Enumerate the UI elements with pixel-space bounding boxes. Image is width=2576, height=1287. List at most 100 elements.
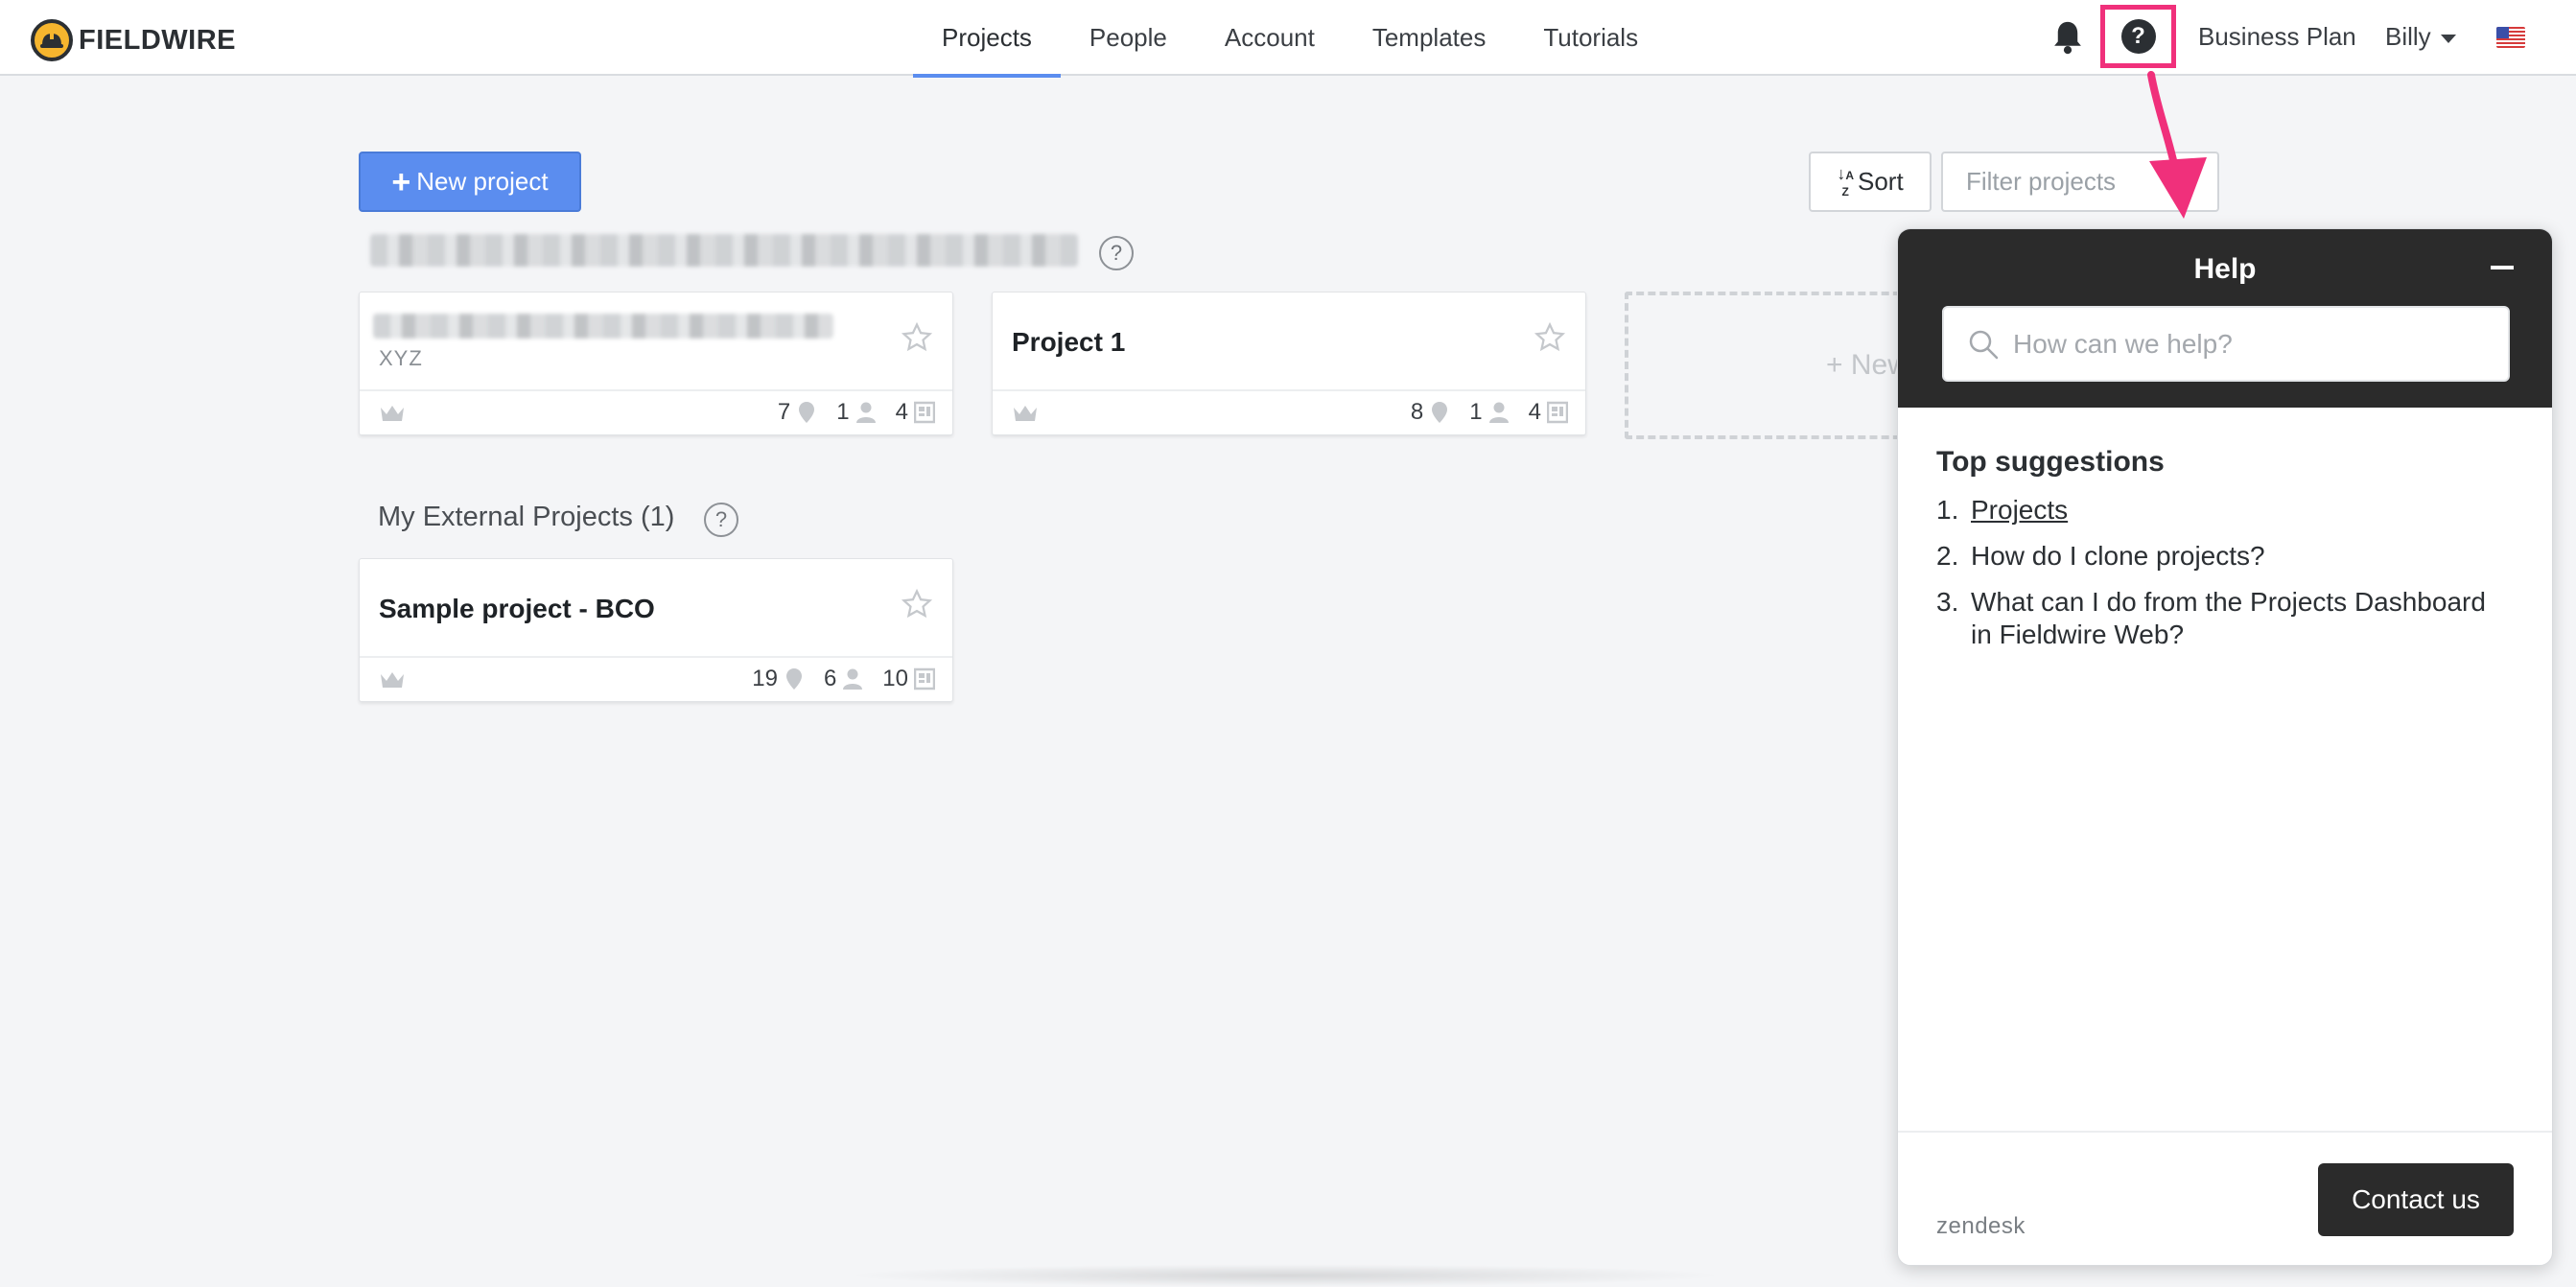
suggestion-number: 2. [1936,541,1959,571]
help-icon: ? [2120,19,2156,54]
people-count: 1 [1469,399,1483,425]
top-suggestions-title: Top suggestions [1936,446,2165,478]
sort-button[interactable]: ↓A Z Sort [1809,152,1932,212]
project-card[interactable]: Project 1 8 1 4 [992,292,1586,435]
project-stats: 19 6 10 [752,666,935,692]
suggestion-item[interactable]: 3. What can I do from the Projects Dashb… [1936,586,2512,651]
project-stats: 7 1 4 [778,399,935,426]
project-title: Project 1 [1012,327,1126,357]
new-project-card-label: + New [1826,349,1909,381]
suggestions-list: 1. Projects 2. How do I clone projects? … [1936,494,2512,665]
zendesk-brand[interactable]: zendesk [1936,1213,2026,1240]
project-card-header: XYZ [360,292,952,391]
main-nav-tabs: Projects People Account Templates Tutori… [913,0,1667,78]
user-menu[interactable]: Billy [2385,22,2456,52]
project-stats: 8 1 4 [1411,399,1568,426]
plans-stat: 4 [896,399,935,426]
new-project-button[interactable]: + New project [359,152,581,212]
help-widget-header: Help [1898,229,2552,408]
user-name: Billy [2385,22,2431,51]
plus-icon: + [391,163,411,200]
suggestion-link[interactable]: What can I do from the Projects Dashboar… [1971,586,2512,651]
suggestion-number: 3. [1936,587,1959,617]
scroll-shadow [844,1264,1726,1287]
tab-templates[interactable]: Templates [1344,0,1515,76]
project-card-header: Project 1 [993,292,1585,391]
crown-owner-icon [381,406,404,421]
search-icon [1969,330,1999,359]
locations-count: 7 [777,399,791,425]
help-button-highlighted[interactable]: ? [2100,5,2176,68]
tab-account[interactable]: Account [1196,0,1344,76]
tab-people[interactable]: People [1061,0,1196,76]
plans-stat: 4 [1529,399,1568,426]
plan-sheet-icon [1547,401,1568,424]
people-stat: 1 [836,399,876,426]
project-card-footer: 8 1 4 [993,391,1585,434]
crown-owner-icon [381,672,404,688]
sort-az-icon: ↓A Z [1837,164,1854,199]
plans-count: 4 [895,399,908,425]
location-pin-icon [799,402,815,423]
notifications-bell-icon[interactable] [2050,19,2085,56]
crown-owner-icon [1014,406,1037,421]
suggestion-link[interactable]: How do I clone projects? [1971,540,2265,573]
star-favorite-icon[interactable] [901,321,933,354]
project-card-footer: 7 1 4 [360,391,952,434]
tab-tutorials[interactable]: Tutorials [1514,0,1667,76]
plans-stat: 10 [882,666,935,692]
project-card-footer: 19 6 10 [360,658,952,701]
suggestion-link[interactable]: Projects [1971,494,2068,526]
us-flag-language-icon[interactable] [2496,27,2525,48]
blurred-project-title [373,314,833,339]
tab-projects[interactable]: Projects [913,0,1061,78]
star-favorite-icon[interactable] [901,588,933,620]
people-count: 6 [823,666,837,691]
plan-sheet-icon [914,667,935,690]
help-widget-panel: Help Top suggestions 1. Projects 2. How … [1897,228,2553,1266]
fieldwire-logo[interactable]: FIELDWIRE [31,19,236,61]
external-projects-title: My External Projects (1) [378,502,675,532]
project-card-header: Sample project - BCO [360,559,952,658]
people-stat: 1 [1469,399,1509,426]
project-card[interactable]: XYZ 7 1 4 [359,292,953,435]
top-navbar: FIELDWIRE Projects People Account Templa… [0,0,2576,78]
annotation-arrow [2147,71,2207,219]
location-pin-icon [785,668,802,690]
minimize-icon[interactable] [2491,266,2514,269]
business-plan-link[interactable]: Business Plan [2198,22,2356,52]
suggestion-item[interactable]: 1. Projects [1936,494,2512,526]
suggestion-item[interactable]: 2. How do I clone projects? [1936,540,2512,573]
blurred-section-title [370,234,1078,267]
section-help-icon[interactable]: ? [1099,236,1134,270]
help-widget-title: Help [2193,253,2257,285]
help-search-input[interactable] [2013,328,2493,360]
plans-count: 10 [882,666,908,691]
hardhat-logo-icon [31,19,73,61]
contact-us-button[interactable]: Contact us [2318,1163,2514,1236]
plan-sheet-icon [914,401,935,424]
locations-count: 8 [1410,399,1424,425]
sort-label: Sort [1857,167,1904,196]
locations-stat: 7 [778,399,817,426]
locations-stat: 19 [752,666,805,692]
person-icon [855,402,876,423]
new-project-label: New project [416,167,549,196]
person-icon [843,668,863,690]
locations-count: 19 [752,666,778,691]
people-stat: 6 [824,666,863,692]
logo-text: FIELDWIRE [79,24,236,56]
star-favorite-icon[interactable] [1534,321,1566,354]
project-card[interactable]: Sample project - BCO 19 6 10 [359,558,953,702]
locations-stat: 8 [1411,399,1450,426]
help-search-box[interactable] [1942,306,2510,382]
plans-count: 4 [1528,399,1541,425]
suggestion-number: 1. [1936,495,1959,525]
person-icon [1488,402,1509,423]
new-project-card[interactable]: + New [1625,292,1912,439]
project-title: Sample project - BCO [379,594,655,623]
people-count: 1 [836,399,850,425]
project-subtitle: XYZ [379,346,423,370]
section-help-icon[interactable]: ? [704,503,738,537]
help-widget-footer: zendesk Contact us [1898,1131,2552,1265]
